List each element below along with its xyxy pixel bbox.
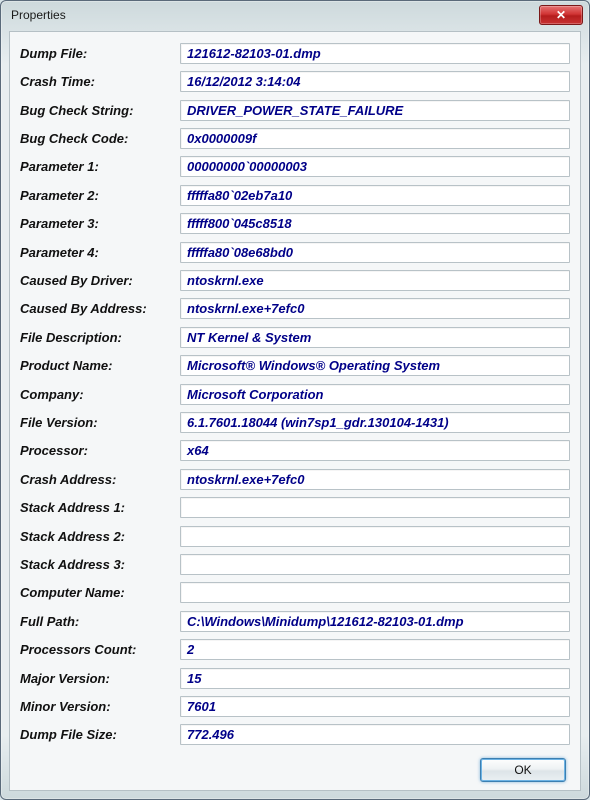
value-processor[interactable]: x64 xyxy=(180,440,570,461)
row-stack-address-3: Stack Address 3: xyxy=(20,553,570,575)
properties-window: Properties ✕ Dump File: 121612-82103-01.… xyxy=(0,0,590,800)
value-stack-address-1[interactable] xyxy=(180,497,570,518)
row-dump-file: Dump File: 121612-82103-01.dmp xyxy=(20,42,570,64)
row-caused-by-address: Caused By Address: ntoskrnl.exe+7efc0 xyxy=(20,298,570,320)
row-minor-version: Minor Version: 7601 xyxy=(20,695,570,717)
label-full-path: Full Path: xyxy=(20,614,180,629)
value-crash-address[interactable]: ntoskrnl.exe+7efc0 xyxy=(180,469,570,490)
row-parameter-3: Parameter 3: fffff800`045c8518 xyxy=(20,212,570,234)
row-caused-by-driver: Caused By Driver: ntoskrnl.exe xyxy=(20,269,570,291)
value-stack-address-3[interactable] xyxy=(180,554,570,575)
row-parameter-4: Parameter 4: fffffa80`08e68bd0 xyxy=(20,241,570,263)
label-crash-time: Crash Time: xyxy=(20,74,180,89)
label-computer-name: Computer Name: xyxy=(20,585,180,600)
value-dump-file-size[interactable]: 772.496 xyxy=(180,724,570,745)
label-parameter-4: Parameter 4: xyxy=(20,245,180,260)
ok-button-label: OK xyxy=(514,763,531,777)
label-file-description: File Description: xyxy=(20,330,180,345)
row-file-description: File Description: NT Kernel & System xyxy=(20,326,570,348)
label-minor-version: Minor Version: xyxy=(20,699,180,714)
value-bug-check-code[interactable]: 0x0000009f xyxy=(180,128,570,149)
close-button[interactable]: ✕ xyxy=(539,5,583,25)
value-stack-address-2[interactable] xyxy=(180,526,570,547)
label-major-version: Major Version: xyxy=(20,671,180,686)
row-company: Company: Microsoft Corporation xyxy=(20,383,570,405)
value-bug-check-string[interactable]: DRIVER_POWER_STATE_FAILURE xyxy=(180,100,570,121)
label-stack-address-2: Stack Address 2: xyxy=(20,529,180,544)
value-full-path[interactable]: C:\Windows\Minidump\121612-82103-01.dmp xyxy=(180,611,570,632)
label-dump-file: Dump File: xyxy=(20,46,180,61)
value-parameter-4[interactable]: fffffa80`08e68bd0 xyxy=(180,242,570,263)
value-caused-by-address[interactable]: ntoskrnl.exe+7efc0 xyxy=(180,298,570,319)
label-parameter-2: Parameter 2: xyxy=(20,188,180,203)
row-processors-count: Processors Count: 2 xyxy=(20,639,570,661)
titlebar[interactable]: Properties ✕ xyxy=(1,1,589,29)
value-processors-count[interactable]: 2 xyxy=(180,639,570,660)
label-dump-file-size: Dump File Size: xyxy=(20,727,180,742)
label-processor: Processor: xyxy=(20,443,180,458)
label-company: Company: xyxy=(20,387,180,402)
value-file-version[interactable]: 6.1.7601.18044 (win7sp1_gdr.130104-1431) xyxy=(180,412,570,433)
label-processors-count: Processors Count: xyxy=(20,642,180,657)
row-crash-time: Crash Time: 16/12/2012 3:14:04 xyxy=(20,70,570,92)
row-file-version: File Version: 6.1.7601.18044 (win7sp1_gd… xyxy=(20,411,570,433)
label-crash-address: Crash Address: xyxy=(20,472,180,487)
row-crash-address: Crash Address: ntoskrnl.exe+7efc0 xyxy=(20,468,570,490)
value-minor-version[interactable]: 7601 xyxy=(180,696,570,717)
value-company[interactable]: Microsoft Corporation xyxy=(180,384,570,405)
button-bar: OK xyxy=(20,752,570,784)
row-major-version: Major Version: 15 xyxy=(20,667,570,689)
window-title: Properties xyxy=(11,8,539,22)
label-bug-check-code: Bug Check Code: xyxy=(20,131,180,146)
ok-button[interactable]: OK xyxy=(480,758,566,782)
row-bug-check-code: Bug Check Code: 0x0000009f xyxy=(20,127,570,149)
value-caused-by-driver[interactable]: ntoskrnl.exe xyxy=(180,270,570,291)
label-caused-by-address: Caused By Address: xyxy=(20,301,180,316)
value-dump-file[interactable]: 121612-82103-01.dmp xyxy=(180,43,570,64)
label-product-name: Product Name: xyxy=(20,358,180,373)
row-dump-file-size: Dump File Size: 772.496 xyxy=(20,724,570,746)
value-computer-name[interactable] xyxy=(180,582,570,603)
row-stack-address-2: Stack Address 2: xyxy=(20,525,570,547)
row-bug-check-string: Bug Check String: DRIVER_POWER_STATE_FAI… xyxy=(20,99,570,121)
value-major-version[interactable]: 15 xyxy=(180,668,570,689)
content-panel: Dump File: 121612-82103-01.dmp Crash Tim… xyxy=(9,31,581,791)
label-file-version: File Version: xyxy=(20,415,180,430)
label-parameter-3: Parameter 3: xyxy=(20,216,180,231)
value-parameter-1[interactable]: 00000000`00000003 xyxy=(180,156,570,177)
label-bug-check-string: Bug Check String: xyxy=(20,103,180,118)
row-parameter-2: Parameter 2: fffffa80`02eb7a10 xyxy=(20,184,570,206)
row-processor: Processor: x64 xyxy=(20,440,570,462)
close-icon: ✕ xyxy=(556,8,566,22)
label-stack-address-3: Stack Address 3: xyxy=(20,557,180,572)
value-parameter-2[interactable]: fffffa80`02eb7a10 xyxy=(180,185,570,206)
value-file-description[interactable]: NT Kernel & System xyxy=(180,327,570,348)
value-product-name[interactable]: Microsoft® Windows® Operating System xyxy=(180,355,570,376)
value-parameter-3[interactable]: fffff800`045c8518 xyxy=(180,213,570,234)
label-caused-by-driver: Caused By Driver: xyxy=(20,273,180,288)
label-parameter-1: Parameter 1: xyxy=(20,159,180,174)
row-product-name: Product Name: Microsoft® Windows® Operat… xyxy=(20,354,570,376)
row-full-path: Full Path: C:\Windows\Minidump\121612-82… xyxy=(20,610,570,632)
value-crash-time[interactable]: 16/12/2012 3:14:04 xyxy=(180,71,570,92)
row-computer-name: Computer Name: xyxy=(20,582,570,604)
row-stack-address-1: Stack Address 1: xyxy=(20,497,570,519)
label-stack-address-1: Stack Address 1: xyxy=(20,500,180,515)
row-parameter-1: Parameter 1: 00000000`00000003 xyxy=(20,156,570,178)
